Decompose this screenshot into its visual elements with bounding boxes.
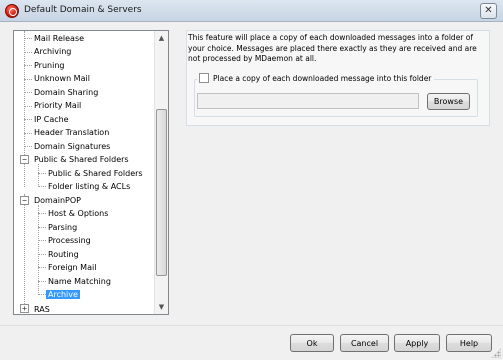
scroll-down-icon[interactable]: ▼ (155, 300, 168, 314)
tree-connector (38, 205, 39, 293)
tree-connector (38, 254, 46, 255)
tree-item-label: DomainPOP (34, 196, 81, 205)
tree-item-unknown-mail[interactable]: Unknown Mail (32, 72, 92, 85)
tree-item-ip-cache[interactable]: IP Cache (32, 113, 71, 126)
tree-item-folder-listing-acls[interactable]: Folder listing & ACLs (46, 180, 132, 193)
expand-toggle-icon[interactable]: + (20, 304, 29, 313)
apply-button[interactable]: Apply (394, 334, 440, 352)
tree-item-label: Archiving (34, 47, 72, 56)
archive-copy-checkbox-row[interactable]: Place a copy of each downloaded message … (197, 72, 435, 84)
tree-item-label: Name Matching (48, 277, 111, 286)
cancel-button[interactable]: Cancel (340, 334, 389, 352)
tree-item-domainpop[interactable]: DomainPOP (32, 194, 83, 207)
archive-copy-checkbox-label: Place a copy of each downloaded message … (213, 73, 432, 83)
tree-item-label: Archive (46, 290, 80, 299)
archive-folder-path-input[interactable] (197, 93, 419, 109)
tree-item-label: Public & Shared Folders (34, 155, 129, 164)
tree-item-archiving[interactable]: Archiving (32, 45, 73, 58)
tree-item-public-shared-folders-page[interactable]: Public & Shared Folders (46, 167, 145, 180)
tree-connector (24, 119, 32, 120)
tree-connector (38, 164, 39, 185)
tree-connector (24, 79, 32, 80)
tree-connector (24, 194, 25, 310)
tree-connector (38, 173, 46, 174)
tree-connector (24, 38, 32, 39)
tree-item-priority-mail[interactable]: Priority Mail (32, 99, 83, 112)
title-bar: Default Domain & Servers ✕ (0, 0, 503, 22)
ok-button[interactable]: Ok (290, 334, 334, 352)
tree-item-label: Unknown Mail (34, 74, 90, 83)
tree-scrollbar[interactable]: ▲ ▼ (154, 31, 168, 314)
tree-connector (24, 133, 32, 134)
tree-item-label: RAS (34, 305, 50, 314)
collapse-toggle-icon[interactable]: − (20, 196, 29, 205)
tree-item-domain-sharing[interactable]: Domain Sharing (32, 86, 100, 99)
app-icon (5, 4, 19, 18)
tree-connector (24, 106, 32, 107)
close-button[interactable]: ✕ (480, 3, 497, 19)
feature-description: This feature will place a copy of each d… (188, 33, 477, 63)
scroll-thumb[interactable] (156, 109, 167, 276)
tree-connector (24, 52, 32, 53)
collapse-toggle-icon[interactable]: − (20, 155, 29, 164)
tree-item-domain-signatures[interactable]: Domain Signatures (32, 140, 112, 153)
tree-connector (24, 92, 32, 93)
tree-item-processing[interactable]: Processing (46, 234, 93, 247)
help-button[interactable]: Help (446, 334, 492, 352)
tree-item-ras[interactable]: RAS (32, 303, 52, 314)
tree-item-routing[interactable]: Routing (46, 248, 81, 261)
tree-item-header-translation[interactable]: Header Translation (32, 126, 111, 139)
tree-connector (38, 186, 46, 187)
tree-connector (38, 240, 46, 241)
tree-item-label: Domain Sharing (34, 88, 99, 97)
tree-item-parsing[interactable]: Parsing (46, 221, 79, 234)
tree-item-label: Folder listing & ACLs (48, 182, 131, 191)
archive-copy-checkbox[interactable] (199, 73, 209, 83)
tree-item-pruning[interactable]: Pruning (32, 59, 66, 72)
tree-item-public-shared-folders[interactable]: Public & Shared Folders (32, 153, 131, 166)
tree-item-label: Public & Shared Folders (48, 169, 143, 178)
tree-item-label: Domain Signatures (34, 142, 111, 151)
tree-item-label: Parsing (48, 223, 78, 232)
tree-item-label: Processing (48, 236, 91, 245)
tree-item-label: Header Translation (34, 128, 110, 137)
browse-button[interactable]: Browse (427, 93, 470, 110)
tree-item-label: Foreign Mail (48, 263, 97, 272)
tree-item-label: Mail Release (34, 34, 85, 43)
tree-connector (24, 146, 32, 147)
tree-item-label: Routing (48, 250, 79, 259)
tree-item-label: Priority Mail (34, 101, 82, 110)
tree-item-label: Host & Options (48, 209, 109, 218)
tree-item-host-options[interactable]: Host & Options (46, 207, 110, 220)
tree-connector (38, 213, 46, 214)
tree-connector (38, 294, 46, 295)
window-title: Default Domain & Servers (24, 5, 142, 15)
navigation-tree[interactable]: − − + Mail Release Archiving Pruning Unk… (13, 30, 169, 315)
tree-connector (24, 65, 32, 66)
tree-connector (38, 281, 46, 282)
tree-item-name-matching[interactable]: Name Matching (46, 275, 113, 288)
tree-connector (38, 227, 46, 228)
tree-item-foreign-mail[interactable]: Foreign Mail (46, 261, 98, 274)
scroll-up-icon[interactable]: ▲ (155, 31, 168, 45)
tree-connector (38, 267, 46, 268)
tree-item-label: IP Cache (34, 115, 69, 124)
tree-item-mail-release[interactable]: Mail Release (32, 32, 86, 45)
tree-item-label: Pruning (34, 61, 65, 70)
tree-item-archive[interactable]: Archive (46, 288, 80, 301)
